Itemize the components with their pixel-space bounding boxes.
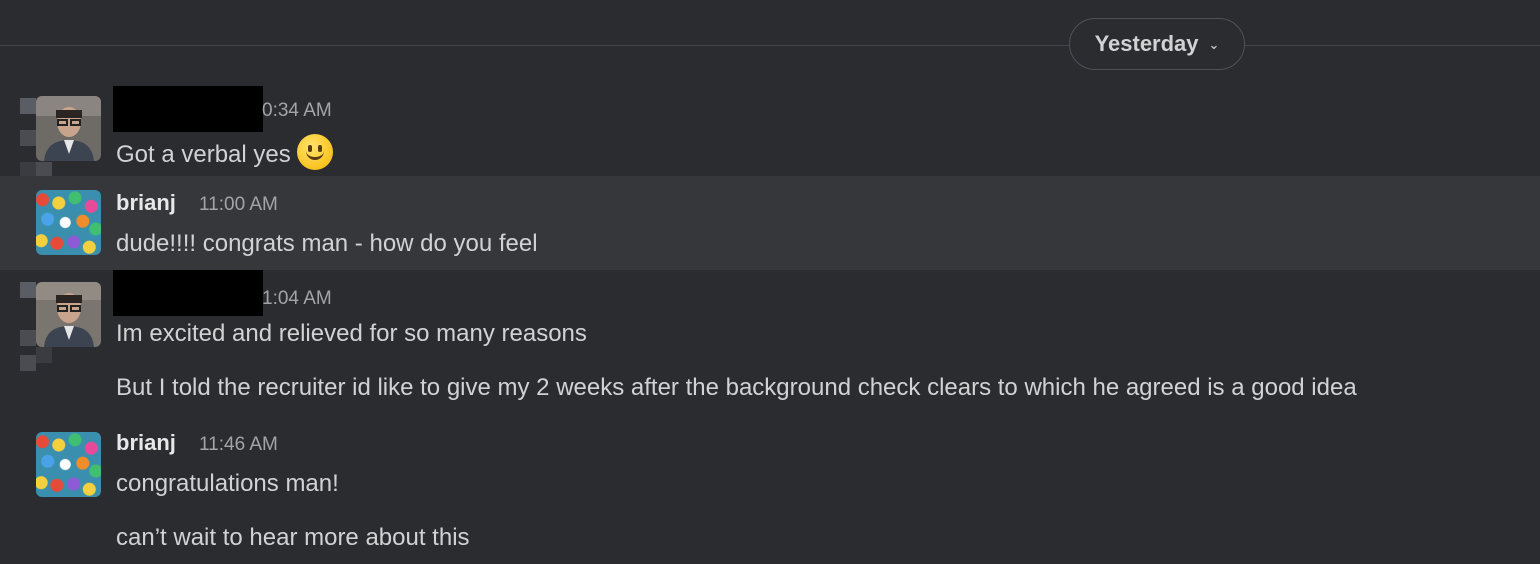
message[interactable]: 1:04 AM Im excited and relieved for so m… xyxy=(0,270,1540,420)
message-line: can’t wait to hear more about this xyxy=(116,524,470,551)
chevron-down-icon: ⌄ xyxy=(1208,37,1220,52)
divider-line xyxy=(0,45,1540,46)
redacted-author xyxy=(113,86,263,132)
avatar[interactable] xyxy=(36,190,101,255)
day-divider: Yesterday ⌄ xyxy=(0,0,1540,90)
author-name[interactable]: brianj xyxy=(116,190,176,216)
avatar[interactable] xyxy=(36,282,101,347)
person-icon xyxy=(36,282,101,347)
message-line: Im excited and relieved for so many reas… xyxy=(116,320,587,347)
message-line: Got a verbal yes xyxy=(116,141,291,168)
message[interactable]: brianj 11:00 AM dude!!!! congrats man - … xyxy=(0,176,1540,270)
author-name[interactable]: brianj xyxy=(116,430,176,456)
message-line: congratulations man! xyxy=(116,470,339,497)
message-timestamp[interactable]: 11:00 AM xyxy=(199,194,278,216)
message-timestamp[interactable]: 1:04 AM xyxy=(262,288,332,310)
message-line: dude!!!! congrats man - how do you feel xyxy=(116,230,538,257)
slightly-smiling-face-icon xyxy=(296,134,333,170)
message[interactable]: brianj 11:46 AM congratulations man! can… xyxy=(0,420,1540,564)
message-text: Got a verbal yes xyxy=(116,134,333,170)
avatar[interactable] xyxy=(36,96,101,161)
avatar[interactable] xyxy=(36,432,101,497)
message-line: But I told the recruiter id like to give… xyxy=(116,374,1357,401)
day-label: Yesterday xyxy=(1094,31,1199,56)
message-timestamp[interactable]: 11:46 AM xyxy=(199,434,278,456)
redacted-author xyxy=(113,270,263,316)
message[interactable]: 0:34 AM Got a verbal yes xyxy=(0,84,1540,176)
person-icon xyxy=(36,96,101,161)
day-jump-button[interactable]: Yesterday ⌄ xyxy=(1069,18,1245,70)
message-timestamp[interactable]: 0:34 AM xyxy=(262,100,332,122)
